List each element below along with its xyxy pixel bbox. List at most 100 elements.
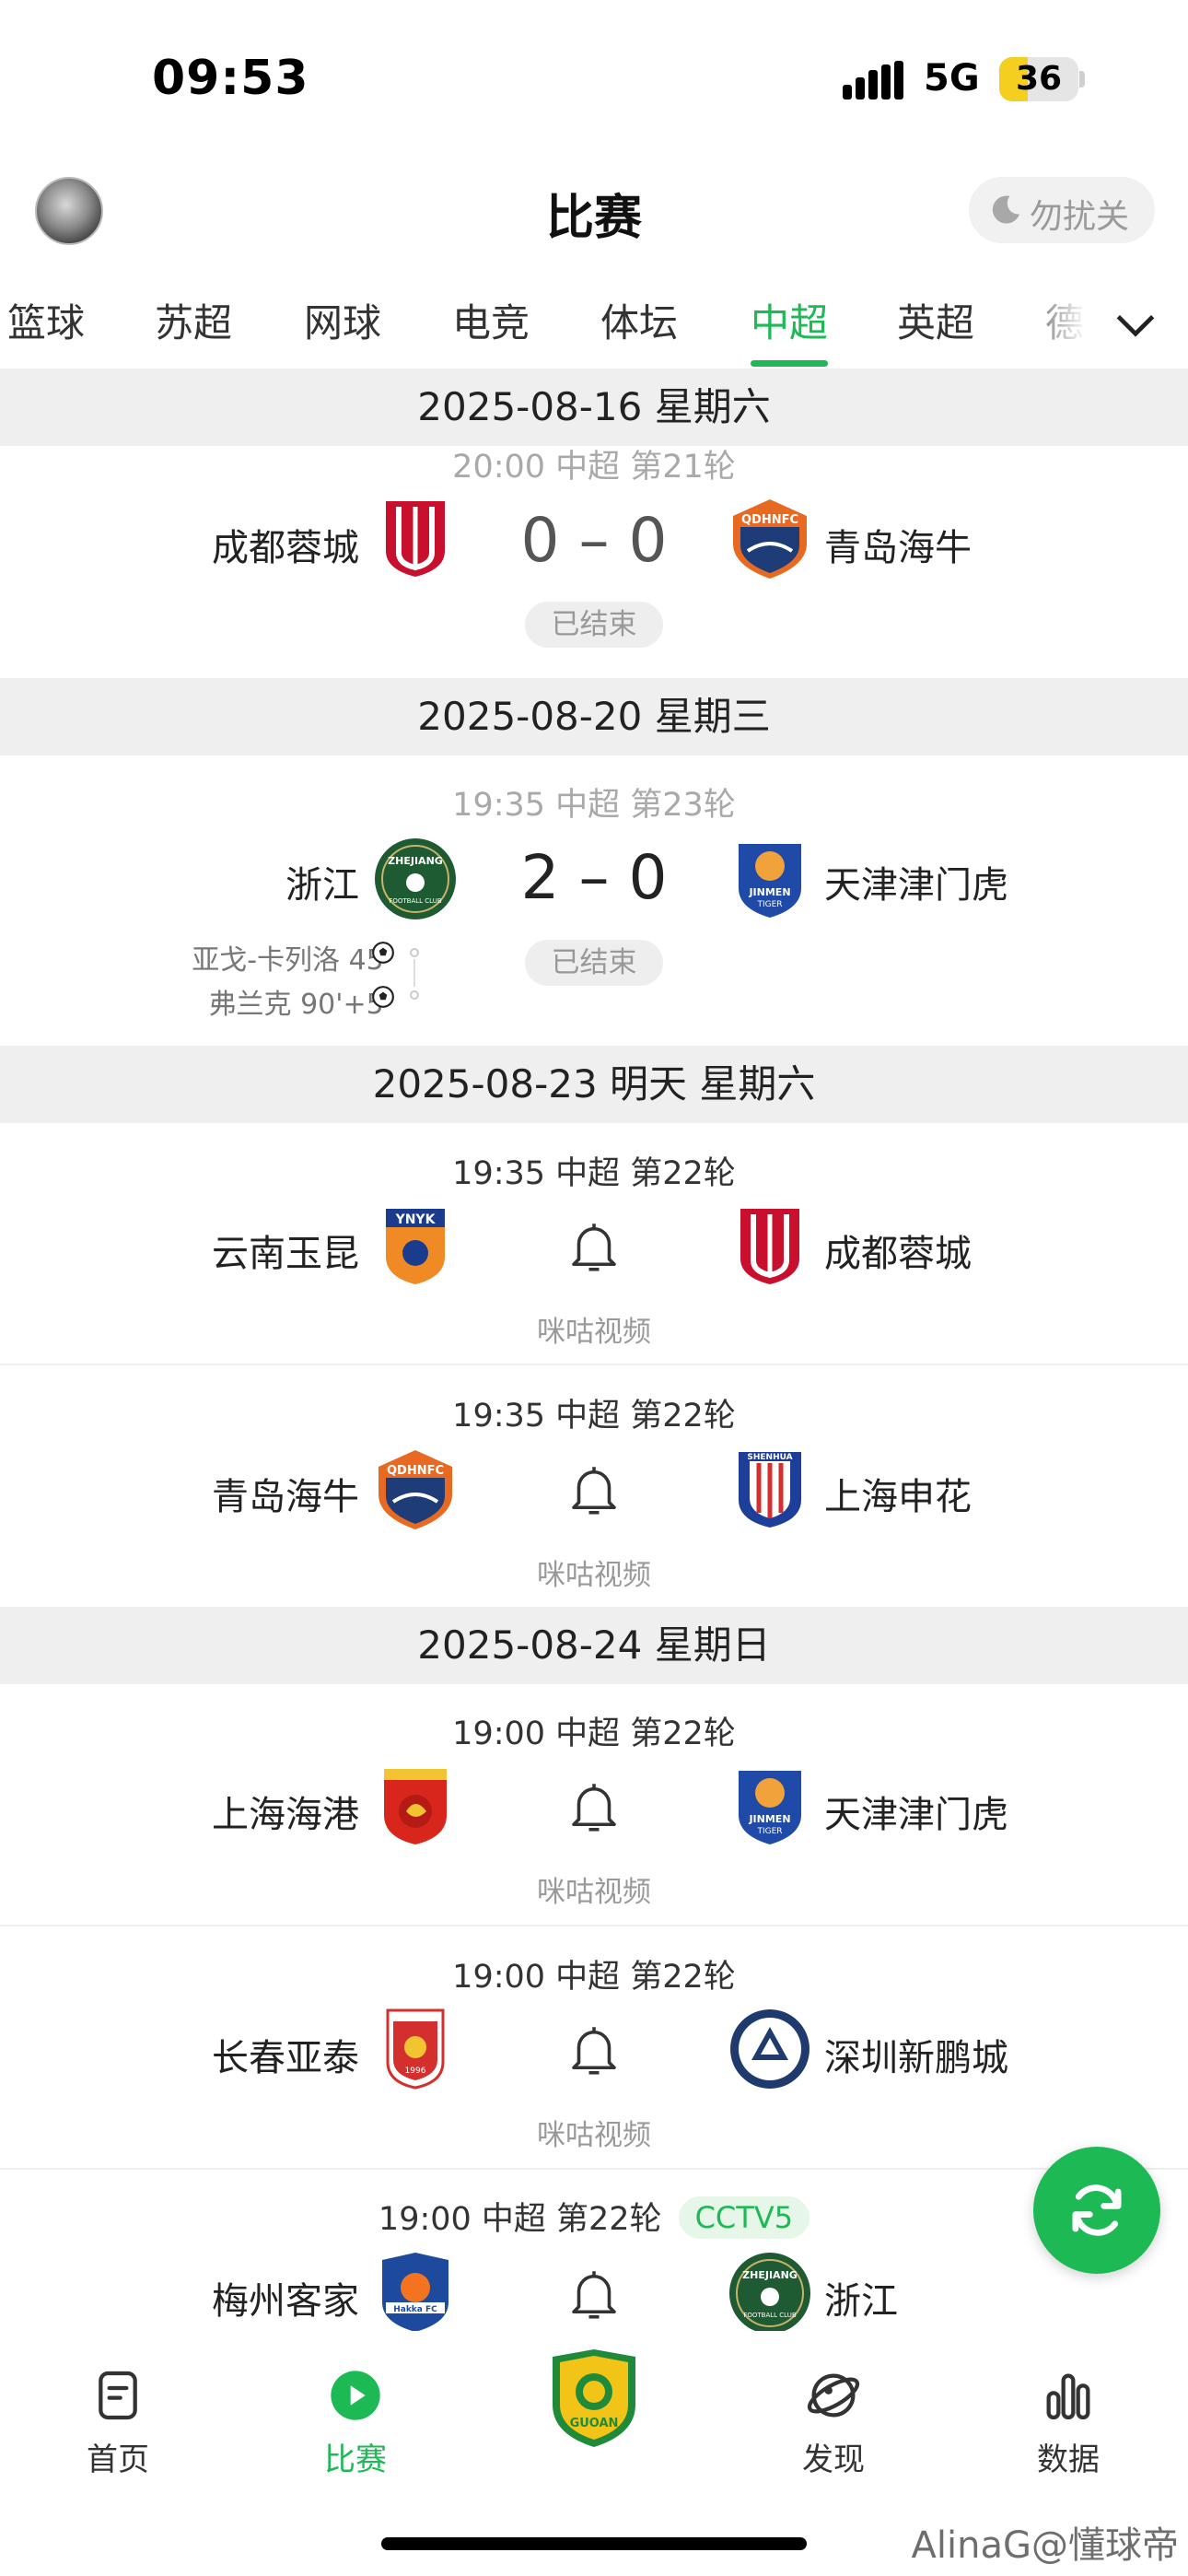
- battery-icon: 36: [999, 57, 1078, 101]
- away-team-name[interactable]: 上海申花: [824, 1467, 972, 1520]
- match-meta: 19:00 中超 第22轮 CCTV5: [0, 2193, 1188, 2240]
- soccer-ball-icon: [372, 986, 394, 1008]
- home-team-name[interactable]: 浙江: [285, 855, 359, 908]
- network-type: 5G: [924, 57, 980, 100]
- shanghai-port-crest-icon: [384, 1769, 447, 1844]
- match-score: 2 – 0: [520, 842, 668, 913]
- match-status-badge: 已结束: [525, 602, 663, 648]
- nav-discover[interactable]: 发现: [760, 2366, 907, 2479]
- zhejiang-crest-icon: ZHEJIANG FOOTBALL CLUB: [729, 2253, 810, 2334]
- status-bar: 09:53 5G 36: [0, 0, 1188, 157]
- changchun-yatai-crest-icon: 1996: [386, 2008, 445, 2090]
- chevron-down-icon[interactable]: [1110, 299, 1161, 351]
- tab-esports[interactable]: 电竞: [452, 292, 530, 348]
- away-team-name[interactable]: 深圳新鹏城: [824, 2028, 1008, 2081]
- goal-scorer: 亚戈-卡列洛 45': [192, 944, 391, 977]
- guoan-club-logo-icon[interactable]: GUOAN: [543, 2348, 645, 2449]
- tab-suchao[interactable]: 苏超: [155, 292, 232, 348]
- svg-text:JINMEN: JINMEN: [748, 1813, 790, 1825]
- match-status-badge: 已结束: [525, 940, 663, 986]
- tab-fade: [1008, 281, 1101, 369]
- divider: [0, 2168, 1188, 2170]
- bell-icon[interactable]: [564, 1774, 624, 1839]
- nav-data[interactable]: 数据: [995, 2366, 1142, 2479]
- tab-csl[interactable]: 中超: [751, 292, 828, 348]
- away-team-name[interactable]: 青岛海牛: [824, 518, 972, 571]
- nav-discover-label: 发现: [802, 2441, 865, 2478]
- guoan-logo-text: GUOAN: [570, 2417, 619, 2430]
- qingdao-hainiu-crest-icon: QDHNFC: [733, 499, 807, 579]
- svg-text:Hakka FC: Hakka FC: [393, 2305, 437, 2314]
- home-team-name[interactable]: 梅州客家: [212, 2271, 359, 2324]
- refresh-icon: [1072, 2184, 1122, 2236]
- bell-icon[interactable]: [564, 1458, 624, 1522]
- svg-text:SHENHUA: SHENHUA: [747, 1453, 792, 1462]
- zhejiang-crest-icon: ZHEJIANG FOOTBALL CLUB: [375, 838, 456, 919]
- match-meta: 19:35 中超 第22轮: [452, 1398, 736, 1434]
- svg-text:YNYK: YNYK: [395, 1212, 437, 1227]
- match-meta: 19:35 中超 第22轮: [452, 1155, 736, 1192]
- svg-text:QDHNFC: QDHNFC: [387, 1464, 444, 1478]
- nav-home[interactable]: 首页: [44, 2366, 192, 2479]
- nav-data-label: 数据: [1037, 2441, 1100, 2478]
- match-meta: 19:00 中超 第22轮: [452, 1715, 736, 1752]
- home-team-name[interactable]: 上海海港: [212, 1785, 359, 1838]
- broadcast-label: 咪咕视频: [537, 1876, 651, 1909]
- do-not-disturb-toggle[interactable]: 勿扰关: [969, 177, 1155, 243]
- home-team-name[interactable]: 成都蓉城: [212, 518, 359, 571]
- away-team-name[interactable]: 成都蓉城: [824, 1224, 972, 1277]
- tab-tennis[interactable]: 网球: [304, 292, 381, 348]
- tab-epl[interactable]: 英超: [897, 292, 974, 348]
- nav-home-label: 首页: [87, 2441, 149, 2478]
- watermark: AlinaG@懂球帝: [911, 2524, 1179, 2567]
- timeline-dot: [410, 948, 419, 957]
- active-tab-indicator: [751, 360, 828, 367]
- home-indicator[interactable]: [381, 2537, 807, 2550]
- dnd-label: 勿扰关: [1030, 198, 1130, 236]
- date-header: 2025-08-20 星期三: [0, 678, 1188, 755]
- svg-text:FOOTBALL CLUB: FOOTBALL CLUB: [389, 897, 442, 905]
- match-meta: 20:00 中超 第21轮: [452, 449, 736, 486]
- tianjin-jinmen-tiger-crest-icon: JINMEN TIGER: [739, 844, 801, 918]
- bell-icon[interactable]: [564, 2018, 624, 2082]
- timeline-line: [413, 959, 415, 987]
- refresh-button[interactable]: [1033, 2147, 1160, 2274]
- tianjin-jinmen-tiger-crest-icon: JINMEN TIGER: [739, 1771, 801, 1844]
- svg-text:FOOTBALL CLUB: FOOTBALL CLUB: [743, 2312, 797, 2319]
- home-team-name[interactable]: 青岛海牛: [212, 1467, 359, 1520]
- play-circle-icon: [331, 2371, 380, 2420]
- away-team-name[interactable]: 天津津门虎: [824, 855, 1008, 908]
- cellular-signal-icon: [843, 61, 907, 100]
- qingdao-hainiu-crest-icon: QDHNFC: [379, 1450, 452, 1529]
- away-team-name[interactable]: 浙江: [824, 2271, 898, 2324]
- home-team-name[interactable]: 云南玉昆: [212, 1224, 359, 1277]
- goal-scorer: 弗兰克 90'+5': [208, 989, 391, 1021]
- match-meta: 19:35 中超 第23轮: [452, 787, 736, 824]
- bar-chart-icon: [1046, 2373, 1090, 2420]
- broadcast-label: 咪咕视频: [537, 1559, 651, 1592]
- broadcast-label: 咪咕视频: [537, 2119, 651, 2152]
- divider: [0, 1925, 1188, 1926]
- svg-text:QDHNFC: QDHNFC: [741, 513, 798, 527]
- nav-matches[interactable]: 比赛: [282, 2366, 429, 2479]
- svg-text:ZHEJIANG: ZHEJIANG: [388, 855, 443, 867]
- battery-level: 36: [1015, 60, 1063, 98]
- date-header: 2025-08-23 明天 星期六: [0, 1046, 1188, 1123]
- shanghai-shenhua-crest-icon: SHENHUA: [739, 1452, 801, 1528]
- soccer-ball-icon: [372, 942, 394, 964]
- timeline-dot: [410, 990, 419, 1000]
- battery-tip: [1079, 71, 1085, 88]
- match-meta-text: 19:00 中超 第22轮: [378, 2201, 662, 2238]
- nav-matches-label: 比赛: [324, 2441, 387, 2478]
- tab-basketball[interactable]: 篮球: [7, 292, 85, 348]
- status-time: 09:53: [152, 51, 309, 106]
- tab-sports-world[interactable]: 体坛: [600, 292, 678, 348]
- svg-text:JINMEN: JINMEN: [748, 886, 790, 898]
- away-team-name[interactable]: 天津津门虎: [824, 1785, 1008, 1838]
- shenzhen-xinpengcheng-crest-icon: [730, 2009, 809, 2089]
- bell-icon[interactable]: [564, 2262, 624, 2326]
- chengdu-rongcheng-crest-icon: [740, 1209, 799, 1284]
- chengdu-rongcheng-crest-icon: [386, 501, 445, 577]
- bell-icon[interactable]: [564, 1214, 624, 1279]
- home-team-name[interactable]: 长春亚泰: [212, 2028, 359, 2081]
